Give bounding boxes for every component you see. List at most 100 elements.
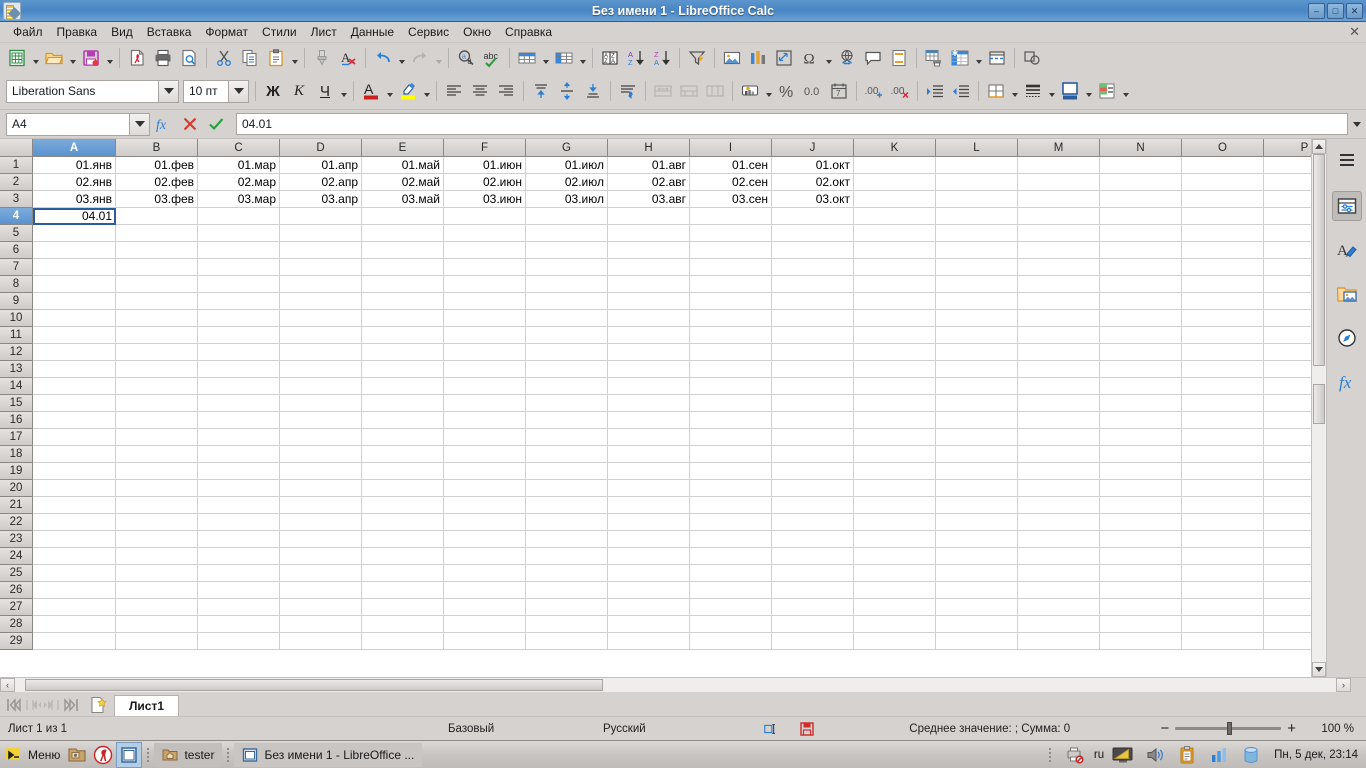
cell-d15[interactable]	[280, 395, 362, 412]
cell-g8[interactable]	[526, 276, 608, 293]
cell-j10[interactable]	[772, 310, 854, 327]
cell-c14[interactable]	[198, 378, 280, 395]
cell-e1[interactable]: 01.май	[362, 157, 444, 174]
cell-i15[interactable]	[690, 395, 772, 412]
cell-f3[interactable]: 03.июн	[444, 191, 526, 208]
cell-g14[interactable]	[526, 378, 608, 395]
cell-j6[interactable]	[772, 242, 854, 259]
cell-b11[interactable]	[116, 327, 198, 344]
cell-m19[interactable]	[1018, 463, 1100, 480]
cell-p19[interactable]	[1264, 463, 1311, 480]
cell-l4[interactable]	[936, 208, 1018, 225]
cell-d13[interactable]	[280, 361, 362, 378]
name-box-input[interactable]	[6, 112, 129, 136]
cell-g2[interactable]: 02.июл	[526, 174, 608, 191]
formula-input-line[interactable]: 04.01	[236, 113, 1348, 135]
cell-n3[interactable]	[1100, 191, 1182, 208]
row-header-19[interactable]: 19	[0, 463, 33, 480]
bold-button[interactable]: Ж	[260, 78, 286, 104]
cell-b23[interactable]	[116, 531, 198, 548]
cell-m14[interactable]	[1018, 378, 1100, 395]
italic-button[interactable]: К	[286, 78, 312, 104]
cell-g16[interactable]	[526, 412, 608, 429]
cell-k24[interactable]	[854, 548, 936, 565]
cell-m23[interactable]	[1018, 531, 1100, 548]
cell-f24[interactable]	[444, 548, 526, 565]
cell-c18[interactable]	[198, 446, 280, 463]
background-color-icon[interactable]	[1057, 78, 1083, 104]
cell-g25[interactable]	[526, 565, 608, 582]
cell-l15[interactable]	[936, 395, 1018, 412]
cell-f8[interactable]	[444, 276, 526, 293]
cell-e22[interactable]	[362, 514, 444, 531]
menu-help[interactable]: Справка	[498, 23, 559, 41]
cell-h9[interactable]	[608, 293, 690, 310]
clone-formatting-icon[interactable]	[309, 45, 335, 71]
cell-j24[interactable]	[772, 548, 854, 565]
cell-e5[interactable]	[362, 225, 444, 242]
show-draw-functions-icon[interactable]	[1019, 45, 1045, 71]
cell-o3[interactable]	[1182, 191, 1264, 208]
menu-edit[interactable]: Правка	[50, 23, 105, 41]
expand-formula-bar-icon[interactable]	[1350, 113, 1364, 135]
cell-c20[interactable]	[198, 480, 280, 497]
cell-e17[interactable]	[362, 429, 444, 446]
cell-a10[interactable]	[33, 310, 116, 327]
taskbar-clock[interactable]: Пн, 5 дек, 23:14	[1270, 749, 1358, 761]
cell-f9[interactable]	[444, 293, 526, 310]
cell-b29[interactable]	[116, 633, 198, 650]
paste-icon[interactable]	[263, 45, 289, 71]
cell-p10[interactable]	[1264, 310, 1311, 327]
cell-c25[interactable]	[198, 565, 280, 582]
cell-g9[interactable]	[526, 293, 608, 310]
cell-d21[interactable]	[280, 497, 362, 514]
cell-l26[interactable]	[936, 582, 1018, 599]
cell-g20[interactable]	[526, 480, 608, 497]
cell-c22[interactable]	[198, 514, 280, 531]
cell-k2[interactable]	[854, 174, 936, 191]
cell-d26[interactable]	[280, 582, 362, 599]
cell-f29[interactable]	[444, 633, 526, 650]
row-header-25[interactable]: 25	[0, 565, 33, 582]
cell-l16[interactable]	[936, 412, 1018, 429]
cell-e15[interactable]	[362, 395, 444, 412]
cell-n1[interactable]	[1100, 157, 1182, 174]
cell-m2[interactable]	[1018, 174, 1100, 191]
find-replace-icon[interactable]: ad	[453, 45, 479, 71]
cell-j18[interactable]	[772, 446, 854, 463]
cell-o14[interactable]	[1182, 378, 1264, 395]
cell-p16[interactable]	[1264, 412, 1311, 429]
cell-l29[interactable]	[936, 633, 1018, 650]
cell-l19[interactable]	[936, 463, 1018, 480]
cell-h18[interactable]	[608, 446, 690, 463]
cell-p29[interactable]	[1264, 633, 1311, 650]
row-header-5[interactable]: 5	[0, 225, 33, 242]
print-icon[interactable]	[150, 45, 176, 71]
cell-a13[interactable]	[33, 361, 116, 378]
cell-i7[interactable]	[690, 259, 772, 276]
cell-k20[interactable]	[854, 480, 936, 497]
cell-h8[interactable]	[608, 276, 690, 293]
freeze-rows-columns-icon[interactable]	[947, 45, 973, 71]
cell-a1[interactable]: 01.янв	[33, 157, 116, 174]
cell-k10[interactable]	[854, 310, 936, 327]
cell-n13[interactable]	[1100, 361, 1182, 378]
wrap-text-icon[interactable]	[615, 78, 641, 104]
cell-f25[interactable]	[444, 565, 526, 582]
cell-a25[interactable]	[33, 565, 116, 582]
vertical-scroll-thumb[interactable]	[1313, 154, 1325, 366]
cell-d2[interactable]: 02.апр	[280, 174, 362, 191]
cell-a5[interactable]	[33, 225, 116, 242]
cut-icon[interactable]	[211, 45, 237, 71]
cell-a22[interactable]	[33, 514, 116, 531]
next-sheet-icon[interactable]	[42, 694, 61, 716]
cell-d14[interactable]	[280, 378, 362, 395]
cell-m8[interactable]	[1018, 276, 1100, 293]
cell-m12[interactable]	[1018, 344, 1100, 361]
cell-k9[interactable]	[854, 293, 936, 310]
row-header-13[interactable]: 13	[0, 361, 33, 378]
cell-e23[interactable]	[362, 531, 444, 548]
cell-l27[interactable]	[936, 599, 1018, 616]
cell-i3[interactable]: 03.сен	[690, 191, 772, 208]
cell-c6[interactable]	[198, 242, 280, 259]
